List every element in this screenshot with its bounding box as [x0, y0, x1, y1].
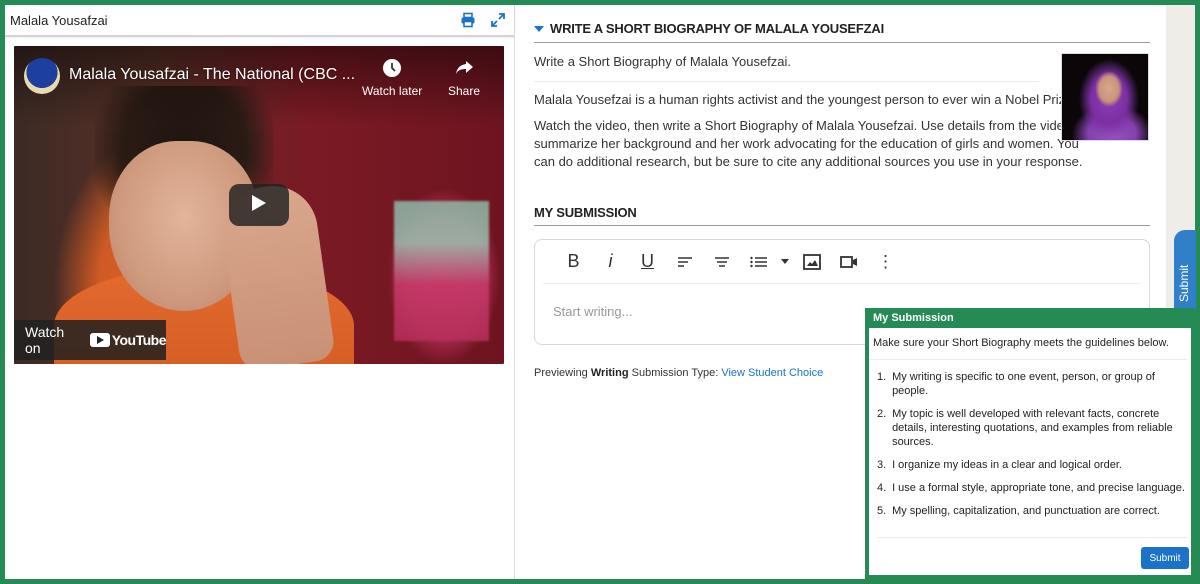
watch-later-label: Watch later [362, 84, 423, 98]
list-button[interactable] [740, 247, 777, 277]
watch-later-button[interactable]: Watch later [362, 58, 422, 98]
share-icon [454, 58, 474, 81]
video-player[interactable]: Malala Yousafzai - The National (CBC ...… [14, 46, 504, 364]
share-button[interactable]: Share [448, 58, 480, 98]
youtube-wordmark: YouTube [111, 332, 167, 348]
preview-prefix: Previewing [534, 367, 588, 379]
resource-header: Malala Yousafzai [5, 5, 514, 37]
video-frame-poster [394, 201, 489, 341]
video-camera-icon [839, 255, 857, 268]
preview-type: Writing [590, 367, 629, 379]
popup-title: My Submission [865, 308, 1195, 328]
preview-suffix: Submission Type: [631, 367, 719, 379]
submission-section-header: MY SUBMISSION [534, 200, 1150, 226]
caret-down-icon[interactable] [534, 25, 544, 32]
guideline-item: 1. My writing is specific to one event, … [877, 371, 1155, 397]
guideline-item: 3. I organize my ideas in a clear and lo… [877, 459, 1122, 471]
resource-panel: Malala Yousafzai Malala Yousafzai - The … [5, 5, 515, 579]
guideline-item: 4. I use a formal style, appropriate ton… [877, 482, 1185, 494]
insert-image-button[interactable] [793, 247, 830, 277]
watch-on-youtube-button[interactable]: Watch on YouTube [14, 320, 167, 360]
clock-icon [382, 58, 402, 81]
video-title[interactable]: Malala Yousafzai - The National (CBC ... [69, 66, 355, 84]
preview-info: Previewing Writing Submission Type: View… [534, 367, 823, 379]
guideline-item: 2. My topic is well developed with relev… [877, 408, 1173, 448]
resource-tools [460, 12, 506, 28]
align-center-icon [714, 256, 729, 267]
align-center-button[interactable] [703, 247, 740, 277]
side-submit-label: Submit [1177, 264, 1191, 302]
channel-avatar[interactable] [24, 58, 60, 94]
video-top-gradient [14, 46, 504, 126]
submit-button[interactable]: Submit [1141, 547, 1189, 569]
list-dropdown-button[interactable] [777, 247, 793, 277]
insert-video-button[interactable] [830, 247, 867, 277]
view-student-choice-link[interactable]: View Student Choice [721, 367, 823, 379]
popup-intro: Make sure your Short Biography meets the… [869, 328, 1187, 360]
prompt-summary: Write a Short Biography of Malala Yousef… [534, 53, 1039, 82]
expand-icon[interactable] [490, 12, 506, 28]
play-icon [251, 194, 267, 217]
italic-button[interactable]: i [592, 247, 629, 277]
guidelines-list: 1. My writing is specific to one event, … [869, 360, 1191, 518]
guideline-item: 5. My spelling, capitalization, and punc… [877, 505, 1160, 517]
prompt-intro: Malala Yousefzai is a human rights activ… [534, 92, 1076, 107]
youtube-play-icon [89, 333, 110, 347]
image-icon [802, 253, 821, 270]
submission-guidelines-popup: My Submission Make sure your Short Biogr… [865, 308, 1195, 579]
malala-portrait-image [1061, 53, 1149, 141]
popup-divider [877, 537, 1187, 538]
more-options-button[interactable]: ⋮ [867, 247, 904, 277]
prompt-section-title: WRITE A SHORT BIOGRAPHY OF MALALA YOUSEF… [550, 21, 884, 36]
bold-button[interactable]: B [555, 247, 592, 277]
underline-button[interactable]: U [629, 247, 666, 277]
watch-on-label: Watch on [25, 324, 65, 356]
editor-toolbar: B i U ⋮ [543, 240, 1141, 284]
resource-title: Malala Yousafzai [10, 12, 108, 28]
side-submit-tab[interactable]: Submit [1174, 230, 1196, 310]
share-label: Share [448, 84, 481, 98]
print-icon[interactable] [460, 12, 476, 28]
bulleted-list-icon [749, 256, 767, 267]
youtube-logo: YouTube [89, 332, 167, 348]
submission-section-title: MY SUBMISSION [534, 205, 637, 220]
caret-down-icon [781, 259, 789, 264]
prompt-instructions: Watch the video, then write a Short Biog… [534, 118, 1086, 169]
prompt-section-header[interactable]: WRITE A SHORT BIOGRAPHY OF MALALA YOUSEF… [534, 15, 1150, 43]
align-left-icon [677, 256, 692, 267]
play-button[interactable] [229, 184, 289, 226]
editor-placeholder[interactable]: Start writing... [553, 304, 632, 319]
align-left-button[interactable] [666, 247, 703, 277]
